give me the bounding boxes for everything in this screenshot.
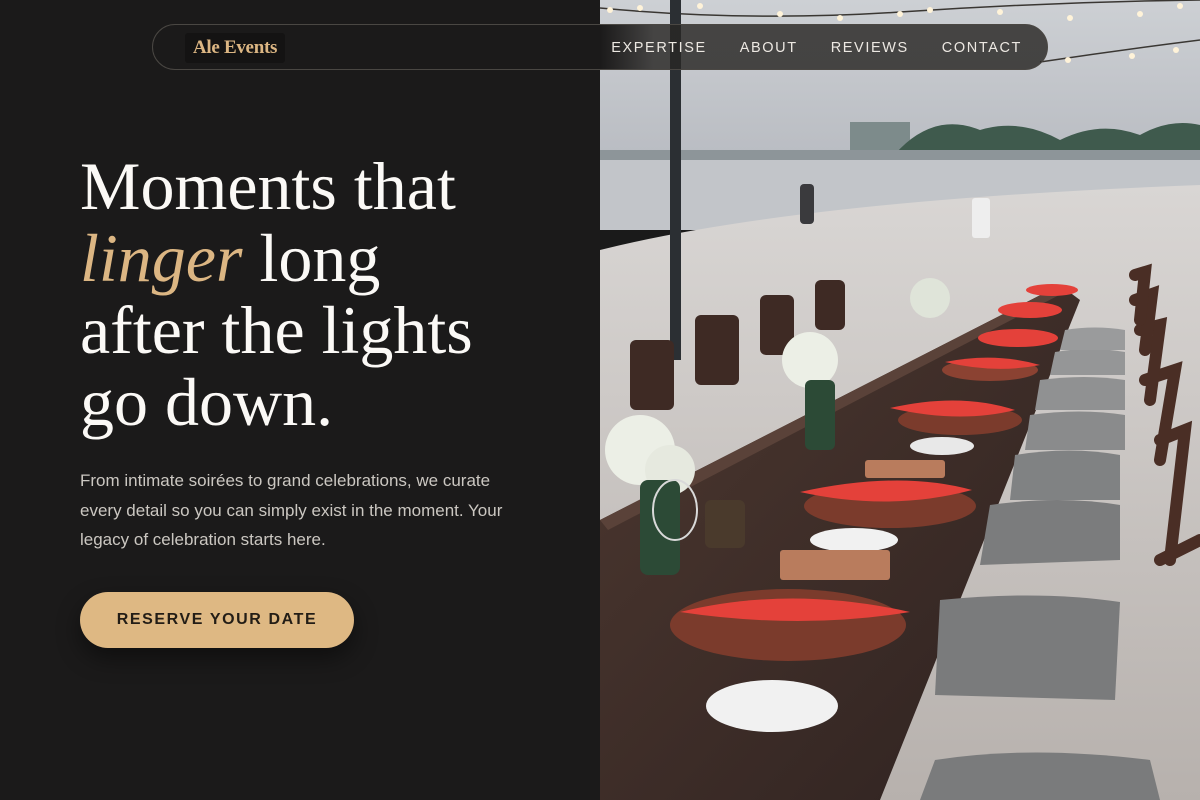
headline-line-2: long [242, 220, 381, 296]
nav-links: EXPERTISE ABOUT REVIEWS CONTACT [611, 25, 1022, 71]
nav-link-reviews[interactable]: REVIEWS [831, 40, 909, 56]
headline-line-3: after the lights [80, 292, 473, 368]
reserve-date-button[interactable]: RESERVE YOUR DATE [80, 592, 354, 648]
headline-accent: linger [80, 220, 243, 296]
headline-line-4: go down. [80, 364, 334, 440]
nav-link-contact[interactable]: CONTACT [942, 40, 1022, 56]
nav-link-expertise[interactable]: EXPERTISE [611, 40, 707, 56]
hero-subtext: From intimate soirées to grand celebrati… [80, 471, 503, 549]
hero-image [600, 0, 1200, 800]
hero-headline: Moments that linger long after the light… [80, 150, 580, 438]
brand-logo[interactable]: Ale Events [185, 33, 286, 63]
headline-line-1: Moments that [80, 148, 456, 224]
top-navigation: Ale Events EXPERTISE ABOUT REVIEWS CONTA… [152, 24, 1048, 70]
nav-link-about[interactable]: ABOUT [740, 40, 798, 56]
